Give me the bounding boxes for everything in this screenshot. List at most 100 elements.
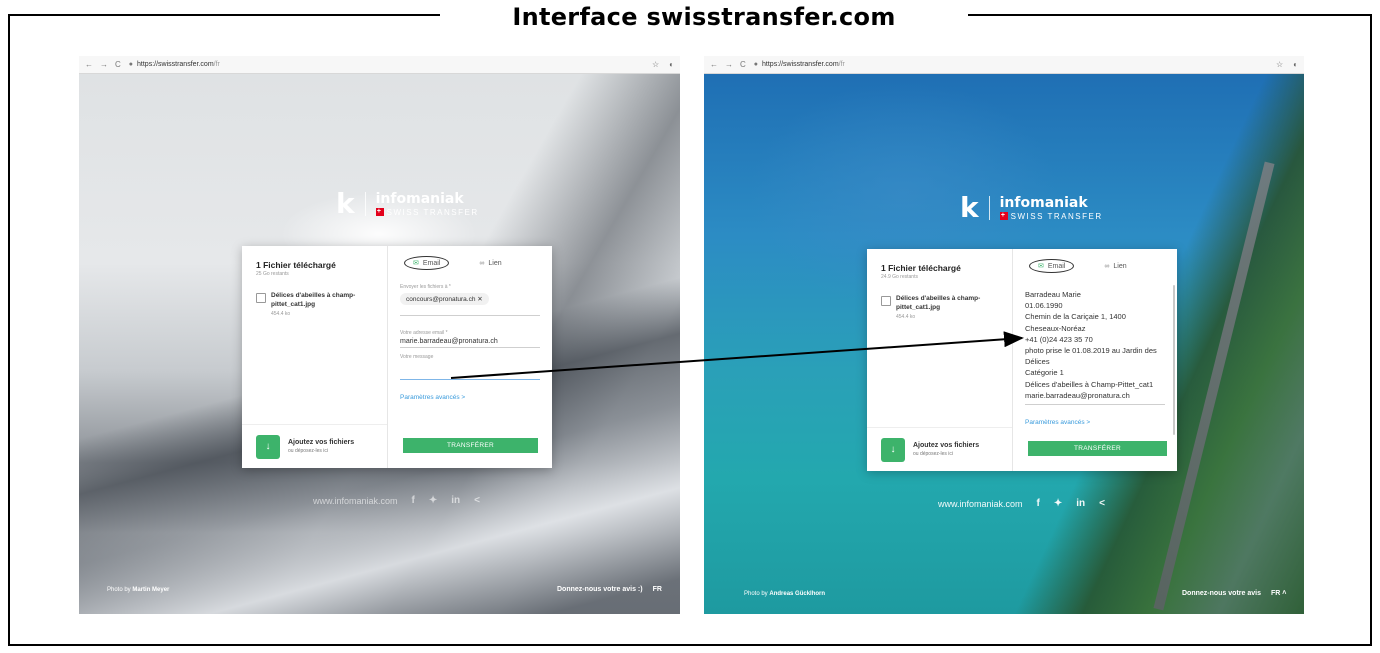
- linkedin-icon[interactable]: in: [1076, 498, 1085, 509]
- star-icon[interactable]: ☆: [652, 60, 659, 69]
- figure-title-wrap: Interface swisstransfer.com: [440, 0, 968, 34]
- tab-link-label: Lien: [1113, 262, 1127, 270]
- tab-email[interactable]: ✉ Email: [1029, 259, 1075, 273]
- scrollbar[interactable]: [1173, 285, 1175, 435]
- facebook-icon[interactable]: f: [1037, 498, 1040, 509]
- share-icon[interactable]: <: [1099, 498, 1105, 509]
- tab-link[interactable]: ∞ Lien: [479, 260, 501, 267]
- site-link[interactable]: www.infomaniak.com: [313, 496, 398, 506]
- file-size: 454.4 ko: [271, 310, 291, 317]
- url-host[interactable]: https://swisstransfer.com: [762, 61, 839, 68]
- message-line: Chemin de la Cariçaie 1, 1400: [1025, 312, 1126, 322]
- twitter-icon[interactable]: ✦: [429, 495, 437, 506]
- message-line: photo prise le 01.08.2019 au Jardin des: [1025, 346, 1157, 356]
- image-file-icon: [881, 296, 891, 306]
- files-column: 1 Fichier téléchargé 24.9 Go restants Dé…: [867, 249, 1013, 471]
- feedback-area: Donnez-nous votre avis FR ˄: [1182, 590, 1286, 597]
- feedback-link[interactable]: Donnez-nous votre avis :): [557, 586, 643, 593]
- file-name: Délices d'abeilles à champ-pittet_cat1.j…: [896, 295, 981, 311]
- files-title: 1 Fichier téléchargé: [256, 260, 336, 270]
- file-item[interactable]: Délices d'abeilles à champ-pittet_cat1.j…: [256, 292, 376, 317]
- add-files-zone[interactable]: ↓ Ajoutez vos fichiers ou déposez-les ic…: [867, 427, 1012, 471]
- back-icon[interactable]: ←: [85, 60, 93, 69]
- infomaniak-logo[interactable]: k infomaniak + SWISS TRANSFER: [336, 190, 479, 218]
- forward-icon[interactable]: →: [725, 60, 733, 69]
- message-line: +41 (0)24 423 35 70: [1025, 334, 1093, 344]
- download-icon[interactable]: ↓: [881, 437, 905, 462]
- advanced-settings-link[interactable]: Paramètres avancés >: [1025, 419, 1165, 426]
- files-title: 1 Fichier téléchargé: [881, 263, 961, 273]
- message-line: Catégorie 1: [1025, 368, 1064, 378]
- message-line: 01.06.1990: [1025, 301, 1063, 311]
- photo-credit: Photo by Andreas Gücklhorn: [744, 591, 825, 597]
- profile-icon[interactable]: ◐: [669, 60, 674, 69]
- tab-email[interactable]: ✉ Email: [404, 256, 450, 270]
- recipient-field[interactable]: concours@pronatura.ch ✕: [400, 290, 540, 316]
- logo-separator: [364, 192, 366, 216]
- forward-icon[interactable]: →: [100, 60, 108, 69]
- social-footer: www.infomaniak.com f ✦ in <: [938, 498, 1105, 509]
- your-email-field[interactable]: marie.barradeau@pronatura.ch: [400, 336, 540, 348]
- transfer-button[interactable]: TRANSFÉRER: [403, 438, 538, 453]
- site-link[interactable]: www.infomaniak.com: [938, 499, 1023, 509]
- language-selector[interactable]: FR: [653, 586, 662, 593]
- url-path[interactable]: /fr: [214, 61, 220, 68]
- tab-email-label: Email: [422, 259, 441, 267]
- transfer-card: 1 Fichier téléchargé 25 Go restants Déli…: [242, 246, 552, 468]
- photo-credit-prefix: Photo by: [744, 591, 768, 597]
- photo-credit-name[interactable]: Andreas Gücklhorn: [769, 591, 825, 597]
- figure-title: Interface swisstransfer.com: [512, 3, 896, 31]
- url-path[interactable]: /fr: [839, 61, 845, 68]
- logo-k: k: [960, 191, 979, 224]
- download-icon[interactable]: ↓: [256, 434, 280, 459]
- reload-icon[interactable]: C: [740, 60, 746, 69]
- files-column: 1 Fichier téléchargé 25 Go restants Déli…: [242, 246, 388, 468]
- add-files-zone[interactable]: ↓ Ajoutez vos fichiers ou déposez-les ic…: [242, 424, 387, 468]
- mail-icon: ✉: [1038, 263, 1044, 270]
- photo-credit-prefix: Photo by: [107, 587, 131, 593]
- logo-sub: SWISS TRANSFER: [386, 207, 479, 217]
- feedback-area: Donnez-nous votre avis :) FR: [557, 586, 662, 593]
- advanced-settings-link[interactable]: Paramètres avancés >: [400, 394, 540, 401]
- files-remaining: 24.9 Go restants: [881, 274, 918, 280]
- file-size: 454.4 ko: [896, 313, 916, 320]
- profile-icon[interactable]: ◐: [1293, 60, 1298, 69]
- link-icon: ∞: [1104, 262, 1110, 270]
- infomaniak-logo[interactable]: k infomaniak + SWISS TRANSFER: [960, 194, 1103, 222]
- logo-k: k: [336, 187, 355, 220]
- message-line: Cheseaux-Noréaz: [1025, 323, 1086, 333]
- recipient-chip[interactable]: concours@pronatura.ch ✕: [400, 293, 489, 305]
- share-icon[interactable]: <: [474, 495, 480, 506]
- files-remaining: 25 Go restants: [256, 271, 289, 277]
- transfer-button[interactable]: TRANSFÉRER: [1028, 441, 1167, 456]
- twitter-icon[interactable]: ✦: [1054, 498, 1062, 509]
- file-name: Délices d'abeilles à champ-pittet_cat1.j…: [271, 292, 356, 308]
- file-item[interactable]: Délices d'abeilles à champ-pittet_cat1.j…: [881, 295, 1001, 320]
- add-files-sub: ou déposez-les ici: [288, 448, 329, 454]
- message-field[interactable]: [400, 360, 540, 380]
- tab-link-label: Lien: [488, 259, 502, 267]
- photo-credit: Photo by Martin Meyer: [107, 587, 169, 593]
- tab-link[interactable]: ∞ Lien: [1104, 263, 1126, 270]
- feedback-link[interactable]: Donnez-nous votre avis: [1182, 590, 1261, 597]
- message-line: Délices: [1025, 357, 1050, 367]
- add-files-title: Ajoutez vos fichiers: [288, 439, 355, 446]
- add-files-title: Ajoutez vos fichiers: [913, 442, 980, 449]
- swiss-flag-icon: +: [375, 208, 384, 216]
- lock-icon: ●: [753, 61, 759, 68]
- message-field[interactable]: Barradeau Marie 01.06.1990 Chemin de la …: [1025, 289, 1165, 406]
- tab-email-label: Email: [1047, 262, 1066, 270]
- facebook-icon[interactable]: f: [412, 495, 415, 506]
- lock-icon: ●: [128, 61, 134, 68]
- linkedin-icon[interactable]: in: [451, 495, 460, 506]
- message-line: Délices d'abeilles à Champ-Pittet_cat1: [1025, 379, 1154, 389]
- message-line: marie.barradeau@pronatura.ch: [1025, 390, 1130, 400]
- swiss-flag-icon: +: [999, 212, 1008, 220]
- language-selector[interactable]: FR ˄: [1271, 590, 1286, 597]
- photo-credit-name[interactable]: Martin Meyer: [132, 587, 169, 593]
- reload-icon[interactable]: C: [115, 60, 121, 69]
- back-icon[interactable]: ←: [710, 60, 718, 69]
- left-screenshot: ← → C ● https://swisstransfer.com /fr ☆ …: [79, 56, 680, 614]
- url-host[interactable]: https://swisstransfer.com: [137, 61, 214, 68]
- star-icon[interactable]: ☆: [1276, 60, 1283, 69]
